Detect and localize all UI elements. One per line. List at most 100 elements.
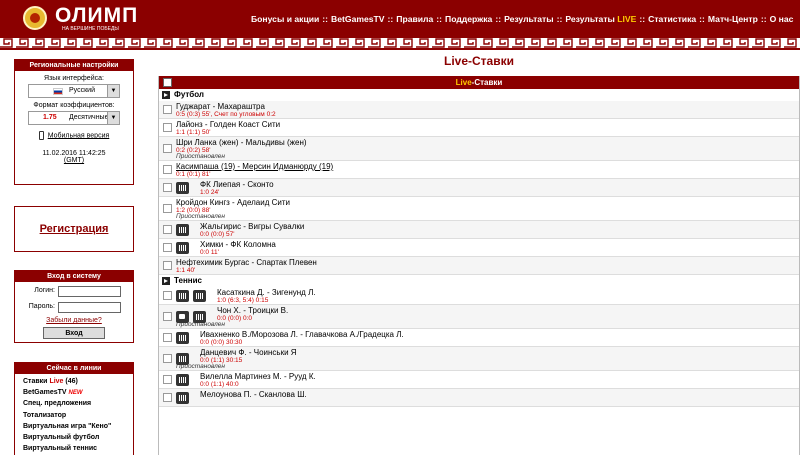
event-name[interactable]: Нефтехимик Бургас - Спартак Плевен (176, 258, 317, 267)
now-in-line-item[interactable]: BetGamesTV NEW (23, 387, 133, 398)
event-checkbox[interactable] (163, 165, 172, 174)
now-in-line-item[interactable]: Тотализатор (23, 410, 133, 421)
table-row[interactable]: Кройдон Кингз - Аделаид Сити 1:2 (0:0) 88… (159, 197, 799, 221)
language-select[interactable]: Русский ▼ (28, 84, 120, 98)
nav-separator: :: (322, 14, 329, 24)
olympic-logo-icon[interactable] (23, 6, 47, 30)
now-in-line-title: Сейчас в линии (15, 363, 133, 374)
event-name[interactable]: Вилелла Мартинез М. - Рууд К. (200, 372, 316, 381)
nav-link[interactable]: Матч-Центр (708, 14, 758, 24)
nav-link[interactable]: BetGamesTV (331, 14, 385, 24)
table-row[interactable]: Вилелла Мартинез М. - Рууд К. 0:0 (1:1) 4… (159, 371, 799, 389)
event-checkbox[interactable] (163, 183, 172, 192)
language-value: Русский (69, 87, 95, 94)
table-row[interactable]: Лайонз - Голден Коаст Сити 1:1 (1:1) 50' (159, 119, 799, 137)
sport-header[interactable]: Футбол (159, 89, 799, 101)
nav-link[interactable]: Результаты (504, 14, 554, 24)
table-row[interactable]: Касаткина Д. - Зигенунд Л. 1:0 (6:3, 5:4)… (159, 287, 799, 305)
table-header-title: Live-Ставки (159, 76, 799, 89)
now-in-line-item[interactable]: Виртуальный футбол (23, 432, 133, 443)
table-row[interactable]: Жальгирис - Вигры Сувалки 0:0 (0:0) 57' (159, 221, 799, 239)
mobile-version-link[interactable]: Мобильная версия (48, 132, 110, 139)
nav-link[interactable]: Результаты LIVE (565, 14, 636, 24)
chevron-down-icon[interactable]: ▼ (107, 112, 119, 124)
event-score: 1:1 (1:1) 50' (176, 129, 211, 136)
table-row[interactable]: Данцевич Ф. - Чоинськи Я 0:0 (1:1) 30:15 П… (159, 347, 799, 371)
table-row[interactable]: Мелоунова П. - Сканлова Ш. (159, 389, 799, 407)
nav-link[interactable]: Бонусы и акции (251, 14, 319, 24)
table-row[interactable]: Чон Х. - Троицки В. 0:0 (0:0) 0:0 Приостан… (159, 305, 799, 329)
nav-link[interactable]: Поддержка (445, 14, 492, 24)
event-name[interactable]: Касимпаша (19) - Мерсин Идманюрду (19) (176, 162, 333, 171)
login-button[interactable]: Вход (43, 327, 105, 339)
nav-link[interactable]: Статистика (648, 14, 696, 24)
now-in-line-box: Сейчас в линии Ставки Live (46) BetGamesT… (14, 362, 134, 455)
event-checkbox[interactable] (163, 261, 172, 270)
statistics-icon[interactable] (176, 332, 189, 344)
nav-link[interactable]: О нас (770, 14, 794, 24)
now-in-line-item[interactable]: Спец. предложения (23, 398, 133, 409)
event-name[interactable]: Гуджарат - Махараштра (176, 102, 265, 111)
now-in-line-item[interactable]: Виртуальная игра "Кено" (23, 421, 133, 432)
statistics-icon[interactable] (176, 374, 189, 386)
table-row[interactable]: Касимпаша (19) - Мерсин Идманюрду (19) 0:… (159, 161, 799, 179)
event-name[interactable]: Кройдон Кингз - Аделаид Сити (176, 198, 290, 207)
collapse-toggle-icon[interactable] (162, 277, 170, 285)
event-name[interactable]: Данцевич Ф. - Чоинськи Я (200, 348, 297, 357)
table-row[interactable]: Нефтехимик Бургас - Спартак Плевен 1:1 40… (159, 257, 799, 275)
event-name[interactable]: Жальгирис - Вигры Сувалки (200, 222, 304, 231)
statistics-icon[interactable] (176, 290, 189, 302)
collapse-toggle-icon[interactable] (162, 91, 170, 99)
login-box: Вход в систему Логин: Пароль: Забыли дан… (14, 270, 134, 343)
sport-header[interactable]: Теннис (159, 275, 799, 287)
statistics-icon[interactable] (193, 290, 206, 302)
event-checkbox[interactable] (163, 354, 172, 363)
table-header: Live-Ставки (159, 76, 799, 89)
registration-link[interactable]: Регистрация (15, 223, 133, 235)
statistics-icon[interactable] (176, 224, 189, 236)
event-name[interactable]: Чон Х. - Троицки В. (217, 306, 288, 315)
forgot-password-link[interactable]: Забыли данные? (15, 317, 133, 324)
event-checkbox[interactable] (163, 291, 172, 300)
event-name[interactable]: Ивахненко В./Морозова Л. - Главачкова А.… (200, 330, 404, 339)
event-checkbox[interactable] (163, 225, 172, 234)
event-checkbox[interactable] (163, 393, 172, 402)
login-input[interactable] (58, 286, 121, 297)
event-name[interactable]: ФК Лиепая - Сконто (200, 180, 274, 189)
registration-box: Регистрация (14, 206, 134, 252)
table-row[interactable]: Химки - ФК Коломна 0:0 11' (159, 239, 799, 257)
event-checkbox[interactable] (163, 204, 172, 213)
logo-text[interactable]: ОЛИМП (55, 4, 138, 28)
event-checkbox[interactable] (163, 243, 172, 252)
password-input[interactable] (58, 302, 121, 313)
event-name[interactable]: Мелоунова П. - Сканлова Ш. (200, 390, 307, 399)
statistics-icon[interactable] (176, 242, 189, 254)
nav-separator: :: (387, 14, 394, 24)
table-row[interactable]: Шри Ланка (жен) - Мальдивы (жен) 0:2 (0:2… (159, 137, 799, 161)
mobile-version: Мобильная версия (15, 131, 133, 140)
statistics-icon[interactable] (176, 182, 189, 194)
event-checkbox[interactable] (163, 144, 172, 153)
event-checkbox[interactable] (163, 123, 172, 132)
greek-key-pattern-icon (0, 38, 800, 48)
password-label: Пароль: (28, 303, 55, 310)
timezone-link[interactable]: (GMT) (15, 157, 133, 164)
table-row[interactable]: Ивахненко В./Морозова Л. - Главачкова А.… (159, 329, 799, 347)
event-checkbox[interactable] (163, 375, 172, 384)
event-name[interactable]: Шри Ланка (жен) - Мальдивы (жен) (176, 138, 307, 147)
statistics-icon[interactable] (176, 392, 189, 404)
table-row[interactable]: ФК Лиепая - Сконто 1:0 24' (159, 179, 799, 197)
event-checkbox[interactable] (163, 333, 172, 342)
odds-format-select[interactable]: 1.75 Десятичные ▼ (28, 111, 120, 125)
event-checkbox[interactable] (163, 312, 172, 321)
event-name[interactable]: Лайонз - Голден Коаст Сити (176, 120, 280, 129)
table-row[interactable]: Гуджарат - Махараштра 0:5 (0:3) 55', Счет… (159, 101, 799, 119)
now-in-line-item[interactable]: Ставки Live (46) (23, 376, 133, 387)
event-checkbox[interactable] (163, 105, 172, 114)
chevron-down-icon[interactable]: ▼ (107, 85, 119, 97)
new-badge: NEW (68, 390, 83, 397)
event-name[interactable]: Касаткина Д. - Зигенунд Л. (217, 288, 316, 297)
now-in-line-item[interactable]: Виртуальный теннис (23, 443, 133, 454)
event-name[interactable]: Химки - ФК Коломна (200, 240, 276, 249)
nav-link[interactable]: Правила (396, 14, 433, 24)
